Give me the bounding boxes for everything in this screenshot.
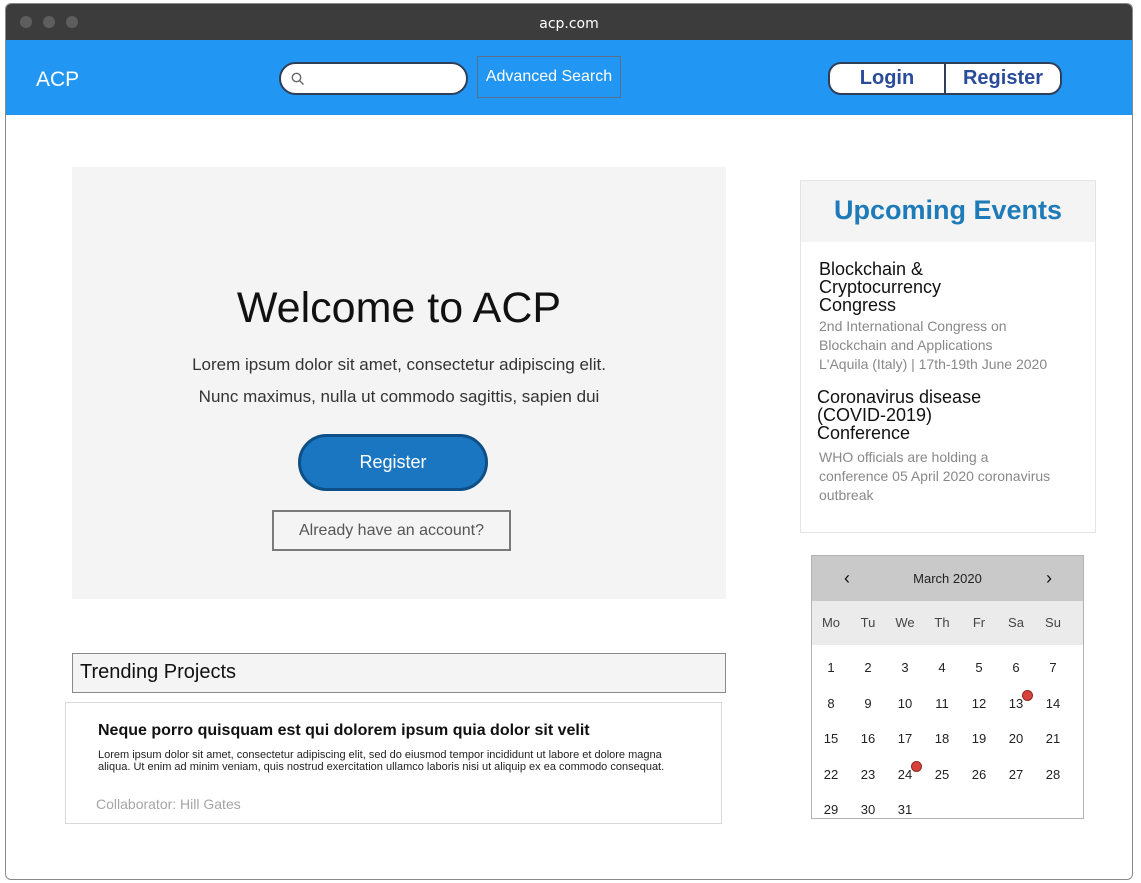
event-description: 2nd International Congress on Blockchain… bbox=[819, 317, 1069, 374]
calendar-day[interactable]: 15 bbox=[813, 731, 849, 746]
weekday-label: Tu bbox=[860, 615, 876, 630]
event-title-line: Congress bbox=[819, 295, 897, 315]
event-marker-icon bbox=[911, 760, 922, 772]
calendar-day[interactable]: 3 bbox=[887, 660, 923, 675]
event-description-line: Blockchain and Applications bbox=[819, 337, 993, 353]
weekday-label: Th bbox=[934, 615, 950, 630]
weekday-label: Sa bbox=[1008, 615, 1024, 630]
trending-project-card[interactable]: Neque porro quisquam est qui dolorem ips… bbox=[65, 702, 722, 824]
calendar-day[interactable]: 8 bbox=[813, 696, 849, 711]
upcoming-events-panel: Upcoming Events Blockchain & Cryptocurre… bbox=[800, 180, 1096, 533]
calendar-day[interactable]: 30 bbox=[850, 802, 886, 817]
events-heading: Upcoming Events bbox=[833, 195, 1063, 225]
welcome-text-line-2: Nunc maximus, nulla ut commodo sagittis,… bbox=[198, 387, 600, 406]
calendar-day[interactable]: 7 bbox=[1035, 660, 1071, 675]
calendar-day[interactable]: 2 bbox=[850, 660, 886, 675]
login-button[interactable]: Login bbox=[830, 64, 946, 93]
project-collaborator: Collaborator: Hill Gates bbox=[96, 796, 241, 812]
events-header: Upcoming Events bbox=[801, 181, 1095, 242]
calendar-day[interactable]: 10 bbox=[887, 696, 923, 711]
weekday-label: Su bbox=[1045, 615, 1061, 630]
calendar-day[interactable]: 31 bbox=[887, 802, 923, 817]
auth-buttons: Login Register bbox=[828, 62, 1062, 95]
calendar-day[interactable]: 11 bbox=[924, 696, 960, 711]
calendar-day[interactable]: 20 bbox=[998, 731, 1034, 746]
top-navbar: ACP Advanced Search Login Register bbox=[6, 40, 1132, 115]
calendar-header: March 2020 ‹ › bbox=[812, 556, 1083, 601]
event-description-line: outbreak bbox=[819, 487, 874, 503]
project-description: Lorem ipsum dolor sit amet, consectetur … bbox=[98, 749, 665, 773]
welcome-panel: Welcome to ACP Lorem ipsum dolor sit ame… bbox=[72, 167, 726, 599]
brand-logo[interactable]: ACP bbox=[36, 68, 79, 92]
weekday-label: We bbox=[895, 615, 915, 630]
register-button[interactable]: Register bbox=[946, 64, 1060, 93]
event-marker-icon bbox=[1022, 689, 1033, 701]
calendar-day[interactable]: 12 bbox=[961, 696, 997, 711]
weekday-label: Mo bbox=[821, 615, 841, 630]
event-title-line: Coronavirus disease bbox=[817, 387, 982, 407]
calendar-day[interactable]: 5 bbox=[961, 660, 997, 675]
search-icon bbox=[291, 72, 304, 85]
calendar-day[interactable]: 1 bbox=[813, 660, 849, 675]
welcome-text-line-1: Lorem ipsum dolor sit amet, consectetur … bbox=[192, 355, 606, 374]
already-have-account-button[interactable]: Already have an account? bbox=[272, 510, 511, 551]
chevron-left-icon[interactable]: ‹ bbox=[837, 556, 857, 601]
weekday-label: Fr bbox=[972, 615, 986, 630]
calendar-day[interactable]: 18 bbox=[924, 731, 960, 746]
calendar-day[interactable]: 21 bbox=[1035, 731, 1071, 746]
event-title-line: Conference bbox=[817, 423, 911, 443]
event-title[interactable]: Blockchain & Cryptocurrency Congress bbox=[819, 260, 1059, 314]
calendar-day[interactable]: 27 bbox=[998, 767, 1034, 782]
calendar-day[interactable]: 14 bbox=[1035, 696, 1071, 711]
advanced-search-button[interactable]: Advanced Search bbox=[477, 56, 621, 98]
calendar-widget: March 2020 ‹ › Mo Tu We Th Fr Sa Su 1234567891… bbox=[811, 555, 1084, 819]
event-description-line: 2nd International Congress on bbox=[819, 318, 1007, 334]
search-box[interactable] bbox=[279, 62, 468, 95]
event-title-line: Blockchain & bbox=[819, 259, 924, 279]
welcome-title: Welcome to ACP bbox=[236, 284, 562, 332]
calendar-weekday-row: Mo Tu We Th Fr Sa Su bbox=[812, 601, 1083, 645]
window-title: acp.com bbox=[539, 16, 599, 32]
calendar-day[interactable]: 29 bbox=[813, 802, 849, 817]
event-description-line: WHO officials are holding a bbox=[819, 449, 989, 465]
calendar-day[interactable]: 19 bbox=[961, 731, 997, 746]
calendar-day[interactable]: 28 bbox=[1035, 767, 1071, 782]
calendar-day[interactable]: 6 bbox=[998, 660, 1034, 675]
calendar-day[interactable]: 17 bbox=[887, 731, 923, 746]
trending-projects-heading: Trending Projects bbox=[72, 653, 726, 693]
chevron-right-icon[interactable]: › bbox=[1039, 556, 1059, 601]
event-description-line: L'Aquila (Italy) | 17th-19th June 2020 bbox=[819, 356, 1048, 372]
search-input[interactable] bbox=[311, 68, 461, 90]
calendar-day[interactable]: 4 bbox=[924, 660, 960, 675]
event-title[interactable]: Coronavirus disease (COVID-2019) Confere… bbox=[817, 388, 1057, 442]
event-description-line: conference 05 April 2020 coronavirus bbox=[819, 468, 1051, 484]
calendar-day[interactable]: 26 bbox=[961, 767, 997, 782]
hero-register-button[interactable]: Register bbox=[298, 434, 488, 491]
browser-window: acp.com ACP Advanced Search Login Regist… bbox=[5, 3, 1133, 880]
event-title-line: (COVID-2019) bbox=[817, 405, 933, 425]
calendar-day[interactable]: 25 bbox=[924, 767, 960, 782]
calendar-day[interactable]: 23 bbox=[850, 767, 886, 782]
calendar-day[interactable]: 9 bbox=[850, 696, 886, 711]
project-title[interactable]: Neque porro quisquam est qui dolorem ips… bbox=[98, 722, 590, 740]
event-description: WHO officials are holding a conference 0… bbox=[819, 448, 1069, 505]
calendar-day[interactable]: 16 bbox=[850, 731, 886, 746]
title-bar: acp.com bbox=[6, 4, 1132, 40]
event-title-line: Cryptocurrency bbox=[819, 277, 942, 297]
calendar-day[interactable]: 22 bbox=[813, 767, 849, 782]
